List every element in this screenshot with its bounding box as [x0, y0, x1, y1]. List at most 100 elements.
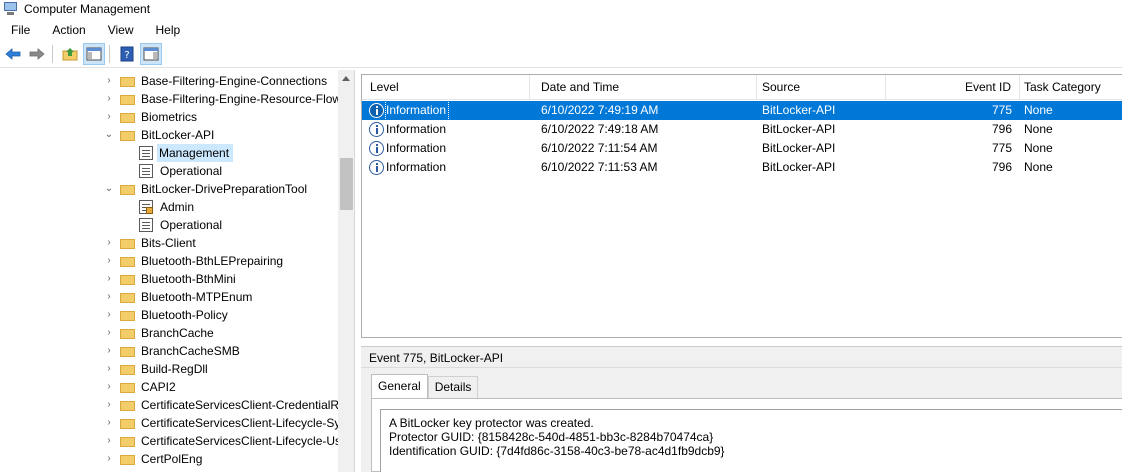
chevron-right-icon[interactable]: › [104, 382, 114, 392]
tree-item[interactable]: › Biometrics [0, 108, 338, 126]
tree-item[interactable]: › Base-Filtering-Engine-Resource-Flow [0, 90, 338, 108]
event-source: BitLocker-API [762, 122, 836, 136]
column-header-date-time[interactable]: Date and Time [533, 75, 757, 100]
chevron-right-icon[interactable]: › [104, 418, 114, 428]
up-one-level-button[interactable] [59, 43, 81, 65]
tree-item-label: CAPI2 [141, 380, 176, 394]
tree-item[interactable]: › CertPolEng [0, 450, 338, 468]
show-hide-console-tree-button[interactable] [83, 42, 105, 65]
chevron-right-icon[interactable]: › [104, 328, 114, 338]
tree-item-label: BitLocker-DrivePreparationTool [141, 182, 308, 196]
event-row[interactable]: Information 6/10/2022 7:11:53 AM BitLocker… [362, 158, 1122, 177]
event-task-category: None [1024, 122, 1053, 136]
information-icon [369, 103, 384, 118]
folder-icon [120, 273, 135, 285]
window-title: Computer Management [24, 2, 151, 16]
tree-item[interactable]: › BranchCacheSMB [0, 342, 338, 360]
column-header-source[interactable]: Source [754, 75, 886, 100]
tree-item-label: Bluetooth-Policy [141, 308, 228, 322]
scrollbar-thumb[interactable] [340, 158, 353, 210]
event-list-body: Information 6/10/2022 7:49:19 AM BitLocker… [362, 100, 1122, 177]
event-message-box[interactable]: A BitLocker key protector was created. P… [380, 409, 1122, 472]
menu-file[interactable]: File [0, 20, 41, 40]
chevron-right-icon[interactable]: › [104, 274, 114, 284]
tab-details[interactable]: Details [427, 376, 479, 398]
folder-icon [120, 111, 135, 123]
event-row[interactable]: Information 6/10/2022 7:49:18 AM BitLocker… [362, 120, 1122, 139]
tree-item[interactable]: › CertificateServicesClient-Lifecycle-Sy [0, 414, 338, 432]
tree-item[interactable]: › CertificateServicesClient-CredentialRo [0, 396, 338, 414]
event-date-time: 6/10/2022 7:49:19 AM [541, 103, 659, 117]
chevron-right-icon[interactable]: › [104, 292, 114, 302]
tree-item[interactable]: › Bluetooth-BthMini [0, 270, 338, 288]
detail-tabs: General Details [371, 374, 479, 398]
tree-item[interactable]: Operational [0, 162, 338, 180]
tree-item[interactable]: › BranchCache [0, 324, 338, 342]
folder-icon [120, 183, 135, 195]
chevron-down-icon[interactable]: ⌄ [104, 184, 114, 194]
scroll-up-arrow-icon[interactable] [342, 76, 350, 81]
forward-button[interactable] [26, 43, 48, 65]
toolbar-separator [109, 44, 110, 63]
event-message-line: Protector GUID: {8158428c-540d-4851-bb3c… [389, 430, 714, 444]
menu-action[interactable]: Action [41, 20, 96, 40]
tree-item-label: Bits-Client [141, 236, 196, 250]
tree-item[interactable]: › CAPI2 [0, 378, 338, 396]
tree-item[interactable]: › Build-RegDll [0, 360, 338, 378]
chevron-right-icon[interactable]: › [104, 310, 114, 320]
menu-help[interactable]: Help [145, 20, 192, 40]
forward-arrow-icon [29, 47, 45, 60]
tree-item-label: BranchCacheSMB [141, 344, 240, 358]
tree-item-label: Biometrics [141, 110, 198, 124]
menu-bar: File Action View Help [0, 20, 1122, 40]
tree-item-label: BitLocker-API [141, 128, 215, 142]
chevron-right-icon[interactable]: › [104, 76, 114, 86]
tree-item-label: CertificateServicesClient-Lifecycle-Sy [141, 416, 338, 430]
chevron-right-icon[interactable]: › [104, 256, 114, 266]
tree-item-label: Operational [160, 218, 223, 232]
tree-item[interactable]: Operational [0, 216, 338, 234]
tree-item[interactable]: ⌄ BitLocker-DrivePreparationTool [0, 180, 338, 198]
chevron-right-icon[interactable]: › [104, 346, 114, 356]
admin-log-icon [139, 200, 153, 214]
show-hide-action-pane-button[interactable] [140, 42, 162, 65]
tab-general[interactable]: General [371, 374, 428, 398]
chevron-right-icon[interactable]: › [104, 94, 114, 104]
tree-item-label: Base-Filtering-Engine-Resource-Flow [141, 92, 338, 106]
event-row[interactable]: Information 6/10/2022 7:11:54 AM BitLocker… [362, 139, 1122, 158]
folder-icon [120, 75, 135, 87]
chevron-right-icon[interactable]: › [104, 238, 114, 248]
event-level: Information [386, 160, 447, 174]
back-button[interactable] [2, 43, 24, 65]
tree-item[interactable]: › Bluetooth-Policy [0, 306, 338, 324]
tree-item[interactable]: › Bits-Client [0, 234, 338, 252]
event-row[interactable]: Information 6/10/2022 7:49:19 AM BitLocker… [362, 100, 1122, 121]
chevron-right-icon[interactable]: › [104, 436, 114, 446]
chevron-right-icon[interactable]: › [104, 454, 114, 464]
tree-item[interactable]: › CertificateServicesClient-Lifecycle-Us [0, 432, 338, 450]
column-header-level[interactable]: Level [362, 75, 530, 100]
tree-item-label: BranchCache [141, 326, 214, 340]
folder-icon [120, 291, 135, 303]
menu-view[interactable]: View [97, 20, 145, 40]
column-header-task-category[interactable]: Task Category [1016, 75, 1122, 100]
chevron-right-icon[interactable]: › [104, 112, 114, 122]
tree-scrollbar[interactable] [338, 70, 354, 472]
help-button[interactable]: ? [116, 43, 138, 65]
event-log-icon [139, 146, 153, 160]
event-detail-pane: General Details A BitLocker key protecto… [361, 368, 1122, 472]
tree-item[interactable]: › Bluetooth-BthLEPrepairing [0, 252, 338, 270]
tree-item[interactable]: Admin [0, 198, 338, 216]
tree-item[interactable]: › Bluetooth-MTPEnum [0, 288, 338, 306]
folder-icon [120, 309, 135, 321]
computer-management-icon [3, 2, 19, 16]
column-header-event-id[interactable]: Event ID [886, 75, 1020, 100]
chevron-right-icon[interactable]: › [104, 400, 114, 410]
tree-item-label: Build-RegDll [141, 362, 208, 376]
chevron-right-icon[interactable]: › [104, 364, 114, 374]
tree-item[interactable]: › Base-Filtering-Engine-Connections [0, 72, 338, 90]
chevron-down-icon[interactable]: ⌄ [104, 130, 114, 140]
tree-item[interactable]: Management [0, 144, 338, 162]
tree-item-label: CertificateServicesClient-CredentialRo [141, 398, 338, 412]
tree-item[interactable]: ⌄ BitLocker-API [0, 126, 338, 144]
